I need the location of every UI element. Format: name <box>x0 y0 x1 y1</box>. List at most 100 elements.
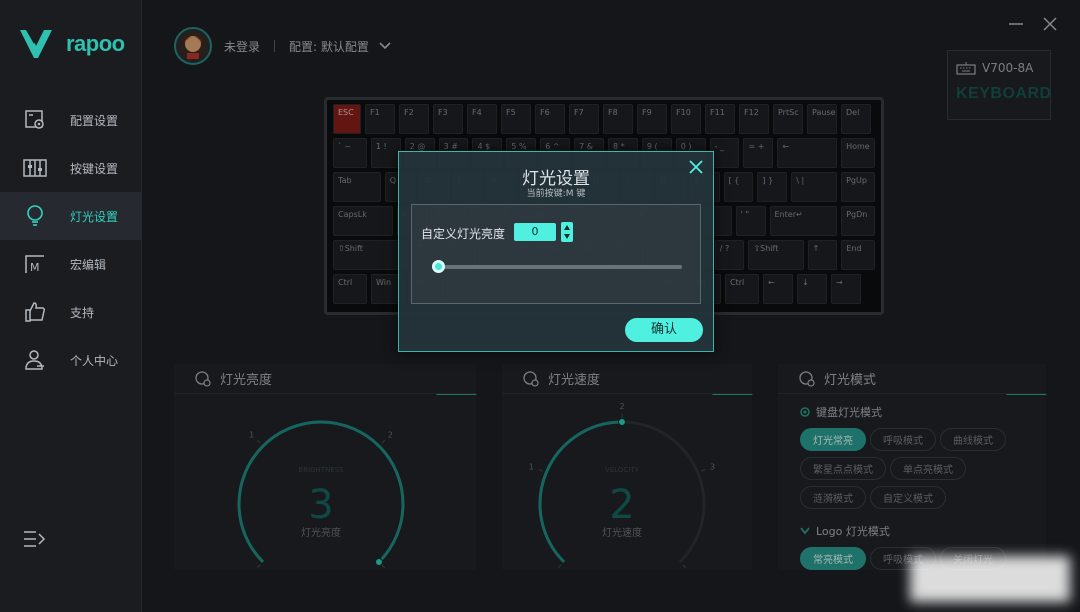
gauge-tick <box>381 564 385 568</box>
mode-icon <box>799 370 815 387</box>
keyboard-key[interactable]: Del <box>841 104 871 134</box>
gauge-caption: 灯光亮度 <box>301 526 341 539</box>
key-settings-icon <box>22 155 48 181</box>
keyboard-key[interactable]: 1 ! <box>370 138 401 168</box>
sidebar-item-support[interactable]: 支持 <box>0 288 142 336</box>
keyboard-key[interactable]: F10 <box>671 104 701 134</box>
keyboard_modes-option[interactable]: 单点亮模式 <box>890 457 966 480</box>
keyboard-key[interactable]: Enter↵ <box>769 206 838 236</box>
brightness-gauge[interactable]: 0123BRIGHTNESS3灯光亮度 <box>174 394 476 570</box>
config-selector[interactable]: 配置: 默认配置 <box>289 38 391 55</box>
svg-text:M: M <box>30 261 40 274</box>
keyboard-key[interactable]: Pause <box>807 104 837 134</box>
keyboard_modes-option[interactable]: 灯光常亮 <box>800 428 866 451</box>
device-card[interactable]: V700-8A KEYBOARD <box>947 50 1051 120</box>
minimize-icon[interactable] <box>1008 17 1024 31</box>
keyboard-key[interactable]: Ctrl <box>333 274 367 304</box>
keyboard-key[interactable]: F11 <box>705 104 735 134</box>
brightness-input[interactable]: 0 <box>514 223 556 241</box>
keyboard-key[interactable]: ↑ <box>807 240 838 270</box>
device-type-label: KEYBOARD <box>956 85 1052 102</box>
keyboard-key[interactable]: F1 <box>365 104 395 134</box>
keyboard-key[interactable]: F12 <box>739 104 769 134</box>
keyboard-key[interactable]: \ | <box>791 172 838 202</box>
keyboard-key[interactable]: ` ~ <box>333 138 367 168</box>
panel-title: 灯光速度 <box>548 373 601 388</box>
close-icon[interactable] <box>1042 16 1058 32</box>
sidebar-item-keys[interactable]: 按键设置 <box>0 144 142 192</box>
keyboard-key[interactable]: F8 <box>603 104 633 134</box>
user-name[interactable]: 未登录 <box>224 38 260 55</box>
keyboard-key[interactable]: F3 <box>433 104 463 134</box>
gauge-tick <box>538 469 543 472</box>
collapse-menu-icon[interactable] <box>22 528 46 550</box>
radio-icon <box>800 407 810 417</box>
avatar-face-icon <box>179 32 207 60</box>
keyboard_modes-option[interactable]: 自定义模式 <box>870 486 946 509</box>
sidebar-item-config[interactable]: 配置设置 <box>0 96 142 144</box>
gauge-tick-label: 2 <box>388 431 393 440</box>
keyboard-key[interactable]: ] } <box>757 172 788 202</box>
logo-mode-heading: Logo 灯光模式 <box>800 523 1028 539</box>
keyboard_modes-option[interactable]: 呼吸模式 <box>870 428 936 451</box>
keyboard-row: ESC F1 F2 F3 F4 F5 F6 F7 F8 F9 F10 F11 F12 PrtSc Pause… <box>333 104 875 134</box>
keyboard-key[interactable]: F7 <box>569 104 599 134</box>
keyboard-key[interactable]: ← <box>763 274 793 304</box>
keyboard-key[interactable]: PgDn <box>841 206 876 236</box>
avatar[interactable] <box>174 27 212 65</box>
brightness-panel: 灯光亮度 0123BRIGHTNESS3灯光亮度 <box>174 364 476 570</box>
keyboard-key[interactable]: CapsLk <box>333 206 393 236</box>
keyboard-key[interactable]: / ? <box>714 240 745 270</box>
keyboard_modes-option[interactable]: 繁星点点模式 <box>800 457 886 480</box>
keyboard_modes-option[interactable]: 涟漪模式 <box>800 486 866 509</box>
logo: rapoo <box>18 26 125 62</box>
gauge-tick <box>558 564 562 568</box>
brightness-slider-thumb[interactable] <box>432 260 445 273</box>
keyboard-key[interactable]: ↓ <box>797 274 827 304</box>
sidebar-item-macro[interactable]: M 宏编辑 <box>0 240 142 288</box>
config-label: 配置: 默认配置 <box>289 39 369 54</box>
gauge-tick <box>381 440 385 444</box>
keyboard-key[interactable]: F4 <box>467 104 497 134</box>
keyboard-key[interactable]: Ctrl <box>725 274 759 304</box>
window-controls <box>1008 16 1058 32</box>
sidebar-item-lighting[interactable]: 灯光设置 <box>0 192 142 240</box>
confirm-button[interactable]: 确认 <box>625 318 703 342</box>
keyboard-key[interactable]: F2 <box>399 104 429 134</box>
speed-gauge[interactable]: 01234VELOCITY2灯光速度 <box>502 394 752 570</box>
logo_modes-option[interactable]: 常亮模式 <box>800 547 866 570</box>
sidebar-item-profile[interactable]: 个人中心 <box>0 336 142 384</box>
keyboard-key[interactable]: Tab <box>333 172 381 202</box>
modal-subtitle: 当前按键:M 键 <box>526 189 586 199</box>
keyboard-key[interactable]: PrtSc <box>773 104 803 134</box>
gauge-tick-label: 0 <box>249 569 254 570</box>
keyboard-key[interactable]: ESC <box>333 104 361 134</box>
brightness-slider-track[interactable] <box>438 265 682 269</box>
macro-icon: M <box>22 251 48 277</box>
panel-header: 灯光速度 <box>502 364 752 394</box>
keyboard-key[interactable]: Home <box>841 138 875 168</box>
brightness-icon <box>195 370 211 387</box>
close-icon[interactable] <box>689 160 703 174</box>
gauge-tick-label: 1 <box>249 431 254 440</box>
gauge-caption-en: BRIGHTNESS <box>298 466 344 474</box>
keyboard-icon <box>956 62 976 75</box>
keyboard-key[interactable]: → <box>831 274 861 304</box>
brightness-stepper[interactable] <box>561 222 573 242</box>
keyboard-key[interactable]: [ { <box>723 172 754 202</box>
keyboard-key[interactable]: PgUp <box>841 172 875 202</box>
keyboard-mode-heading: 键盘灯光模式 <box>800 404 1028 420</box>
keyboard-key[interactable]: ⇧Shift <box>748 240 804 270</box>
keyboard-key[interactable]: End <box>841 240 875 270</box>
keyboard-key[interactable]: ' " <box>735 206 766 236</box>
keyboard_modes-option[interactable]: 曲线模式 <box>940 428 1006 451</box>
keyboard-key[interactable]: F9 <box>637 104 667 134</box>
keyboard-key[interactable]: - _ <box>709 138 740 168</box>
keyboard-key[interactable]: ← <box>777 138 838 168</box>
gauge-caption: 灯光速度 <box>602 526 642 539</box>
keyboard-key[interactable]: F5 <box>501 104 531 134</box>
sidebar-item-label: 支持 <box>70 305 95 320</box>
keyboard-key[interactable]: F6 <box>535 104 565 134</box>
keyboard-key[interactable]: ⇧Shift <box>333 240 408 270</box>
keyboard-key[interactable]: = + <box>743 138 774 168</box>
